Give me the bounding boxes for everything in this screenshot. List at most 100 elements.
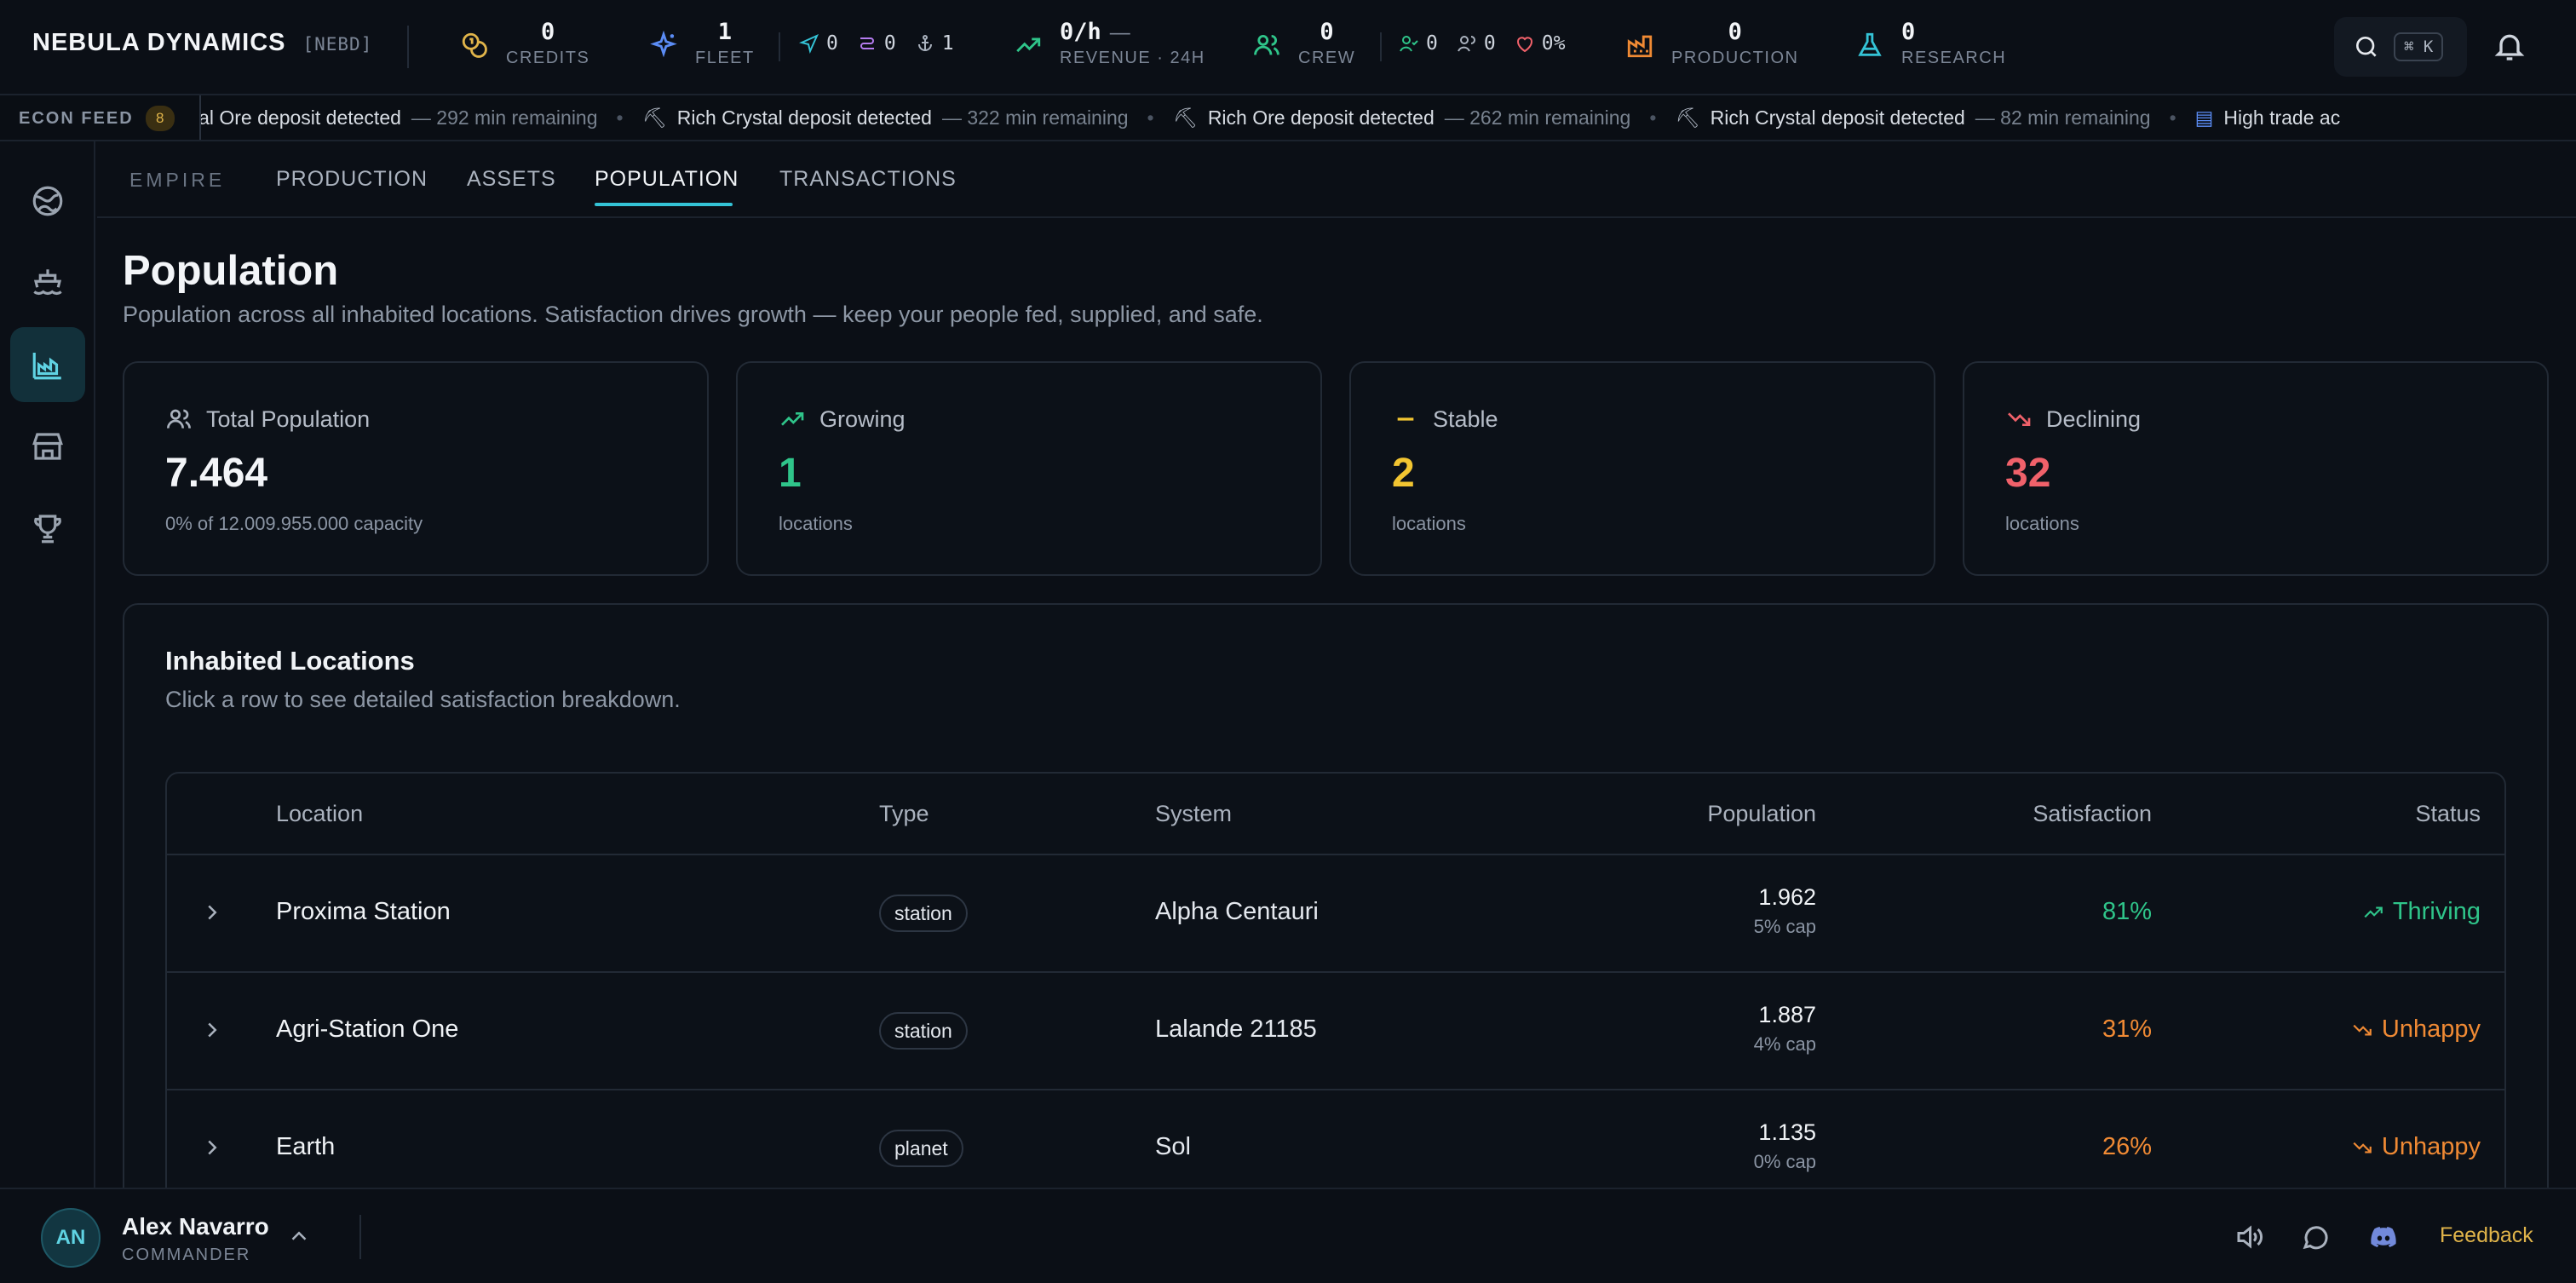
bell-icon[interactable] [2493,29,2527,63]
credits-value: 0 [541,19,555,45]
locations-table: Location Type System Population Satisfac… [165,772,2506,1188]
sparkle-icon [650,31,677,58]
card-label: Growing [819,406,906,432]
growing-count: 1 [779,451,802,496]
sidebar-item-empire[interactable] [10,327,85,402]
card-header: Stable [1392,406,1498,433]
table-row[interactable]: Proxima Station station Alpha Centauri 1.96… [167,855,2504,973]
ship-icon [33,269,62,296]
location-name: Earth [276,1133,336,1160]
pickaxe-icon: ⛏ [1172,106,1198,129]
chart-icon: ▤ [2194,106,2214,129]
column-header-type[interactable]: Type [879,801,929,827]
tab-assets[interactable]: ASSETS [467,167,556,192]
status-badge: Unhappy [2351,1133,2481,1161]
crew-assigned-count: 0 [1426,32,1438,55]
feedback-link[interactable]: Feedback [2440,1223,2533,1248]
fleet-moving-count: 0 [826,32,838,55]
card-header: Total Population [165,406,370,433]
chat-icon[interactable] [2300,1222,2331,1252]
globe-icon [32,186,63,216]
trending-down-icon [2008,412,2031,426]
brand[interactable]: NEBULA DYNAMICS [NEBD] [32,29,372,57]
tab-population[interactable]: POPULATION [595,167,739,192]
divider [407,26,409,68]
table-row[interactable]: Agri-Station One station Lalande 21185 1.88… [167,973,2504,1090]
population-value: 1.887 [1758,1002,1816,1027]
column-header-status[interactable]: Status [2415,801,2481,827]
discord-icon[interactable] [2368,1222,2399,1252]
research-label: RESEARCH [1901,49,2007,67]
production-stat[interactable]: 0 PRODUCTION [1625,19,1798,68]
ticker-item: ⛏ Rich Crystal deposit detected — 322 min … [642,106,1147,129]
fleet-trading-count: 0 [883,32,896,55]
user-idle-icon [1457,36,1475,52]
anchor-icon [917,35,932,51]
location-type-badge: station [879,895,968,932]
status-label: Thriving [2392,898,2481,925]
location-type-badge: station [879,1012,968,1050]
revenue-stat[interactable]: 0/h — REVENUE · 24H [1014,19,1205,68]
system-name: Sol [1155,1133,1191,1160]
revenue-trend-dash: — [1109,21,1130,44]
column-header-population[interactable]: Population [1707,801,1816,827]
volume-icon[interactable] [2234,1222,2264,1252]
ticker-item: ⛏ Rich Ore deposit detected — 262 min rema… [1173,106,1650,129]
sidebar-item-leaderboard[interactable] [10,491,85,566]
page-title: Population [123,248,339,294]
location-type-badge: planet [879,1130,963,1167]
crew-stat[interactable]: 0 CREW [1252,19,1355,68]
crew-morale: 0% [1541,32,1566,55]
command-search-button[interactable]: ⌘ K [2334,17,2467,77]
main-content: EMPIRE PRODUCTION ASSETS POPULATION TRAN… [97,141,2576,1188]
avatar[interactable]: AN [41,1208,101,1268]
production-label: PRODUCTION [1671,49,1799,67]
table-row[interactable]: Earth planet Sol 1.135 0% cap 26% Unhappy [167,1090,2504,1188]
sidebar-item-galaxy[interactable] [10,164,85,239]
total-population-card: Total Population 7.464 0% of 12.009.955.… [123,361,709,576]
pickaxe-icon: ⛏ [641,106,667,129]
panel-subtitle: Click a row to see detailed satisfaction… [165,687,681,712]
tab-transactions[interactable]: TRANSACTIONS [779,167,957,192]
ticker-items: tional Ore deposit detected — 292 min rem… [201,106,2359,129]
population-cell: 1.135 0% cap [1754,1119,1816,1173]
sidebar-item-fleet[interactable] [10,245,85,320]
ticker-item: tional Ore deposit detected — 292 min rem… [201,106,617,129]
fleet-mini-stats[interactable]: 0 0 1 [799,32,954,55]
sidebar-item-market[interactable] [10,409,85,484]
fleet-stat[interactable]: 1 FLEET [649,19,755,68]
population-value: 1.962 [1758,884,1816,910]
status-label: Unhappy [2381,1015,2481,1043]
research-stat[interactable]: 0 RESEARCH [1855,19,2006,68]
column-header-satisfaction[interactable]: Satisfaction [2033,801,2152,827]
table-header: Location Type System Population Satisfac… [167,774,2504,855]
empire-tabs: EMPIRE PRODUCTION ASSETS POPULATION TRAN… [97,141,2576,218]
pickaxe-icon: ⛏ [1675,106,1700,129]
ticker-remaining: — 82 min remaining [1975,106,2151,129]
column-header-system[interactable]: System [1155,801,1232,827]
crew-mini-stats[interactable]: 0 0 0% [1399,32,1565,55]
card-foot: locations [1392,513,1466,534]
ticker-message: Rich Ore deposit detected [1207,106,1435,129]
tab-production[interactable]: PRODUCTION [276,167,428,192]
column-header-location[interactable]: Location [276,801,363,827]
stable-card: Stable 2 locations [1349,361,1935,576]
credits-stat[interactable]: 0 CREDITS [460,19,589,68]
ticker-message: Rich Crystal deposit detected [676,106,932,129]
system-name: Lalande 21185 [1155,1015,1317,1043]
trending-down-icon [2353,1024,2372,1035]
crew-label: CREW [1298,49,1356,67]
chevron-right-icon[interactable] [199,1135,225,1160]
divider [1380,32,1382,61]
coins-icon [462,32,487,58]
chevron-right-icon[interactable] [199,1017,225,1043]
tab-section-label: EMPIRE [129,169,226,191]
factory-icon [1627,35,1653,58]
chevron-up-icon[interactable] [286,1223,312,1249]
card-header: Declining [2005,406,2141,433]
research-value: 0 [1901,19,1916,45]
user-name[interactable]: Alex Navarro [122,1213,269,1240]
crew-idle-count: 0 [1483,32,1496,55]
chevron-right-icon[interactable] [199,900,225,925]
declining-count: 32 [2005,451,2051,496]
